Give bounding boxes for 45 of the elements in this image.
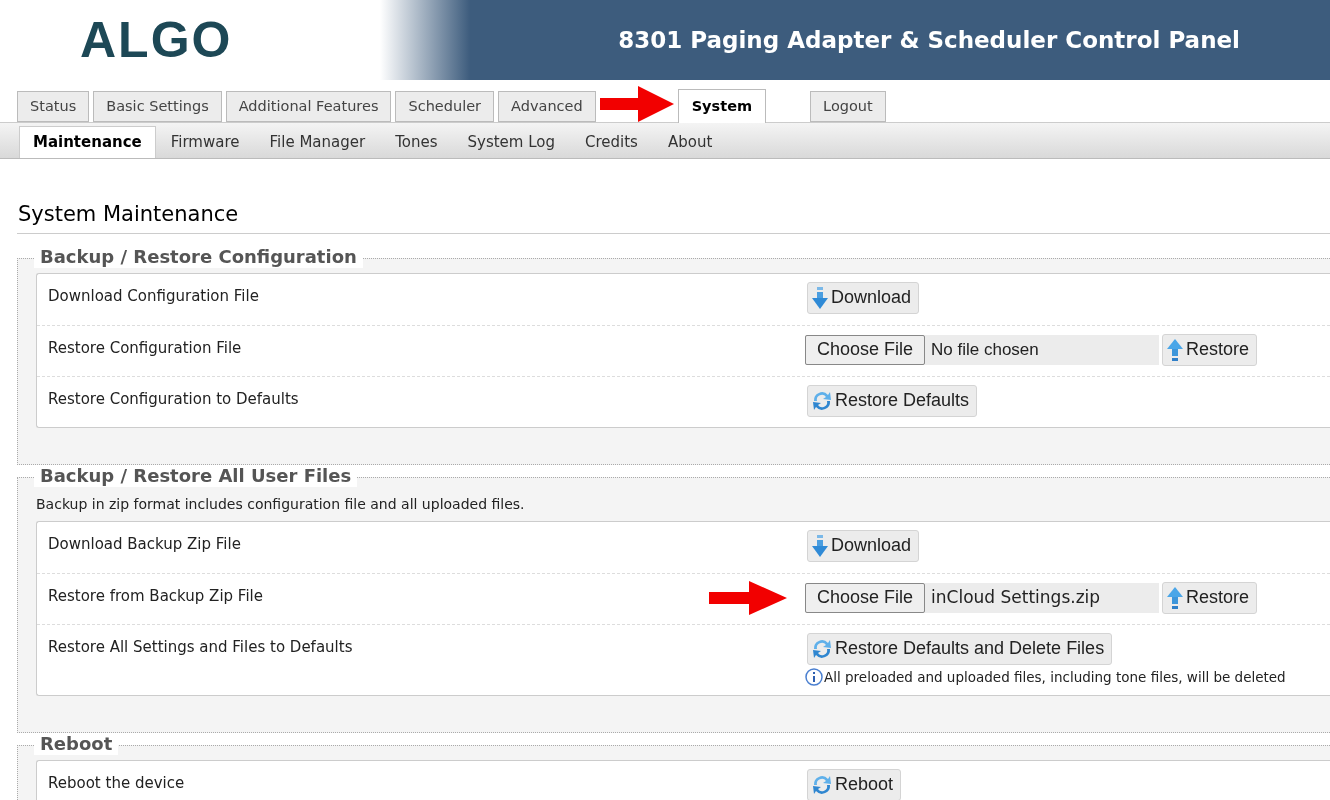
download-arrow-icon	[811, 533, 829, 558]
refresh-arrows-icon	[811, 773, 833, 796]
restore-button[interactable]: Reboot	[807, 768, 902, 800]
nav-tab[interactable]: Scheduler	[395, 91, 495, 122]
setting-label: Restore Configuration to Defaults	[47, 388, 300, 410]
subtab[interactable]: Tones	[380, 126, 453, 158]
header-title: 8301 Paging Adapter & Scheduler Control Panel	[618, 25, 1240, 55]
subtab[interactable]: Firmware	[155, 126, 255, 158]
download-arrow-icon	[811, 285, 829, 310]
upload-arrow-icon	[1166, 585, 1184, 610]
section-description: Backup in zip format includes configuration file and all uploaded files.	[36, 494, 526, 514]
upload-arrow-icon	[1166, 337, 1184, 362]
setting-label: Download Configuration File	[47, 285, 260, 307]
subtab[interactable]: About	[652, 126, 728, 158]
refresh-arrows-icon	[811, 389, 833, 412]
file-name: No file chosen	[930, 338, 1039, 361]
setting-label: Reboot the device	[47, 772, 186, 794]
restore-button[interactable]: Restore Defaults	[807, 384, 978, 417]
nav-tab[interactable]: Status	[17, 91, 90, 122]
setting-label: Restore Configuration File	[47, 337, 243, 359]
nav-tab[interactable]: System	[677, 89, 767, 123]
file-input[interactable]: Choose File inCloud Settings.zip	[805, 582, 1159, 613]
nav-tab[interactable]: Basic Settings	[93, 91, 222, 122]
nav-tab[interactable]: Advanced	[498, 91, 596, 122]
subtab[interactable]: Credits	[570, 126, 653, 158]
warning-note: All preloaded and uploaded files, including tone files, will be deleted	[824, 667, 1286, 687]
setting-label: Restore All Settings and Files to Defaults	[47, 636, 354, 658]
file-input[interactable]: Choose File No file chosen	[805, 334, 1159, 365]
file-name: inCloud Settings.zip	[930, 585, 1101, 609]
setting-label: Restore from Backup Zip File	[47, 585, 264, 607]
info-icon	[805, 667, 823, 686]
logo-text: ALGO	[80, 15, 233, 65]
nav-tab[interactable]: Logout	[810, 91, 886, 122]
setting-label: Download Backup Zip File	[47, 533, 242, 555]
subtab[interactable]: System Log	[452, 126, 570, 158]
subtab[interactable]: File Manager	[254, 126, 381, 158]
restore-button[interactable]: Restore Defaults and Delete Files	[807, 632, 1113, 665]
download-button[interactable]: Download	[807, 529, 920, 562]
page-title: System Maintenance	[18, 201, 240, 228]
nav-tab[interactable]: Additional Features	[225, 91, 392, 122]
download-button[interactable]: Download	[807, 281, 920, 314]
restore-button[interactable]: Restore	[1162, 581, 1258, 614]
refresh-arrows-icon	[811, 637, 833, 660]
restore-button[interactable]: Restore	[1162, 333, 1258, 366]
subtab[interactable]: Maintenance	[19, 126, 156, 158]
